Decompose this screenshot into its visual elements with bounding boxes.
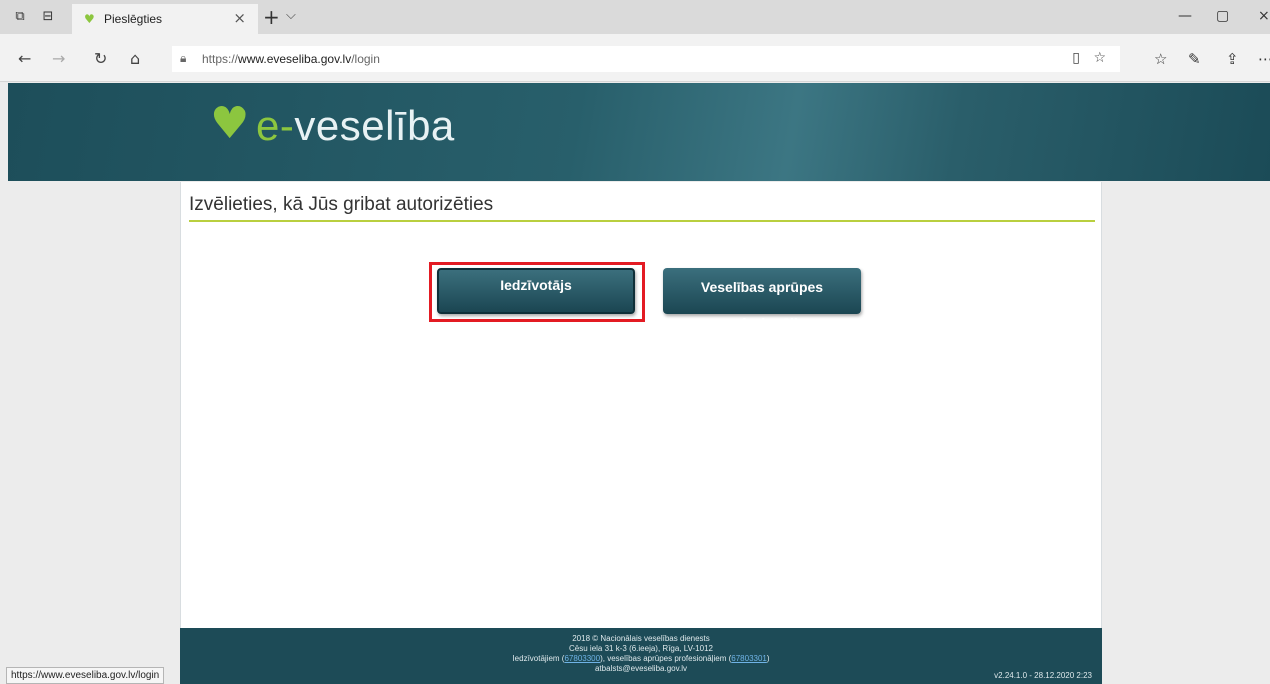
tab-title: Pieslēgties bbox=[104, 12, 163, 26]
citizen-phone-link[interactable]: 67803300 bbox=[564, 654, 600, 663]
forward-icon[interactable]: → bbox=[52, 50, 65, 68]
footer-copyright: 2018 © Nacionālais veselības dienests bbox=[572, 634, 710, 643]
site-logo[interactable]: e-veselība bbox=[256, 101, 455, 151]
main-content: Izvēlieties, kā Jūs gribat autorizēties … bbox=[180, 182, 1102, 628]
status-url: https://www.eveseliba.gov.lv/login bbox=[6, 667, 165, 684]
professional-phone-link[interactable]: 67803301 bbox=[731, 654, 767, 663]
more-icon[interactable]: ⋯ bbox=[1258, 50, 1270, 68]
tab-aside-icon[interactable]: ⊟ bbox=[40, 9, 56, 25]
refresh-icon[interactable]: ↻ bbox=[94, 50, 107, 68]
site-header: ♥ e-veselība bbox=[8, 83, 1270, 181]
address-url[interactable]: https://www.eveseliba.gov.lv/login bbox=[202, 52, 380, 66]
favorites-icon[interactable]: ☆ bbox=[1154, 50, 1167, 68]
tab-preview-icon[interactable]: ⧉ bbox=[12, 9, 28, 25]
share-icon[interactable]: ⇪ bbox=[1226, 50, 1239, 68]
healthcare-professional-login-button[interactable]: Veselības aprūpes profesionālis bbox=[663, 268, 861, 331]
browser-tab[interactable]: ♥ Pieslēgties × bbox=[72, 4, 258, 34]
footer-email[interactable]: atbalsts@eveseliba.gov.lv bbox=[180, 664, 1102, 674]
window-close-icon[interactable]: × bbox=[1258, 8, 1270, 24]
heading-divider bbox=[189, 220, 1095, 222]
tab-menu-icon[interactable]: ⌵ bbox=[286, 8, 296, 23]
reading-view-icon[interactable]: ▯ bbox=[1072, 50, 1080, 66]
close-icon[interactable]: × bbox=[233, 9, 246, 27]
lock-icon: 🔒︎ bbox=[180, 51, 187, 65]
favorite-star-icon[interactable]: ☆ bbox=[1093, 50, 1106, 66]
citizen-login-button[interactable]: Iedzīvotājs bbox=[437, 268, 635, 314]
footer-phones: Iedzīvotājiem (67803300), veselības aprū… bbox=[512, 654, 770, 663]
heart-favicon-icon: ♥ bbox=[84, 12, 95, 26]
minimize-icon[interactable]: — bbox=[1178, 8, 1192, 24]
back-icon[interactable]: ← bbox=[18, 50, 31, 68]
maximize-icon[interactable]: ▢ bbox=[1216, 8, 1229, 24]
navigation-bar: ← → ↻ ⌂ 🔒︎ https://www.eveseliba.gov.lv/… bbox=[0, 34, 1270, 82]
tab-bar: ⧉ ⊟ ♥ Pieslēgties × + ⌵ — ▢ × bbox=[0, 0, 1270, 34]
heart-logo-icon: ♥ bbox=[210, 98, 250, 149]
page-title: Izvēlieties, kā Jūs gribat autorizēties bbox=[189, 194, 494, 215]
home-icon[interactable]: ⌂ bbox=[130, 50, 140, 68]
pen-icon[interactable]: ✎ bbox=[1188, 50, 1201, 68]
site-footer: 2018 © Nacionālais veselības dienests Cē… bbox=[180, 628, 1102, 684]
new-tab-icon[interactable]: + bbox=[263, 5, 280, 29]
app-version: v2.24.1.0 - 28.12.2020 2:23 bbox=[994, 671, 1092, 680]
address-bar[interactable]: 🔒︎ https://www.eveseliba.gov.lv/login ▯ … bbox=[172, 46, 1120, 72]
footer-address: Cēsu iela 31 k-3 (6.ieeja), Rīga, LV-101… bbox=[569, 644, 713, 653]
